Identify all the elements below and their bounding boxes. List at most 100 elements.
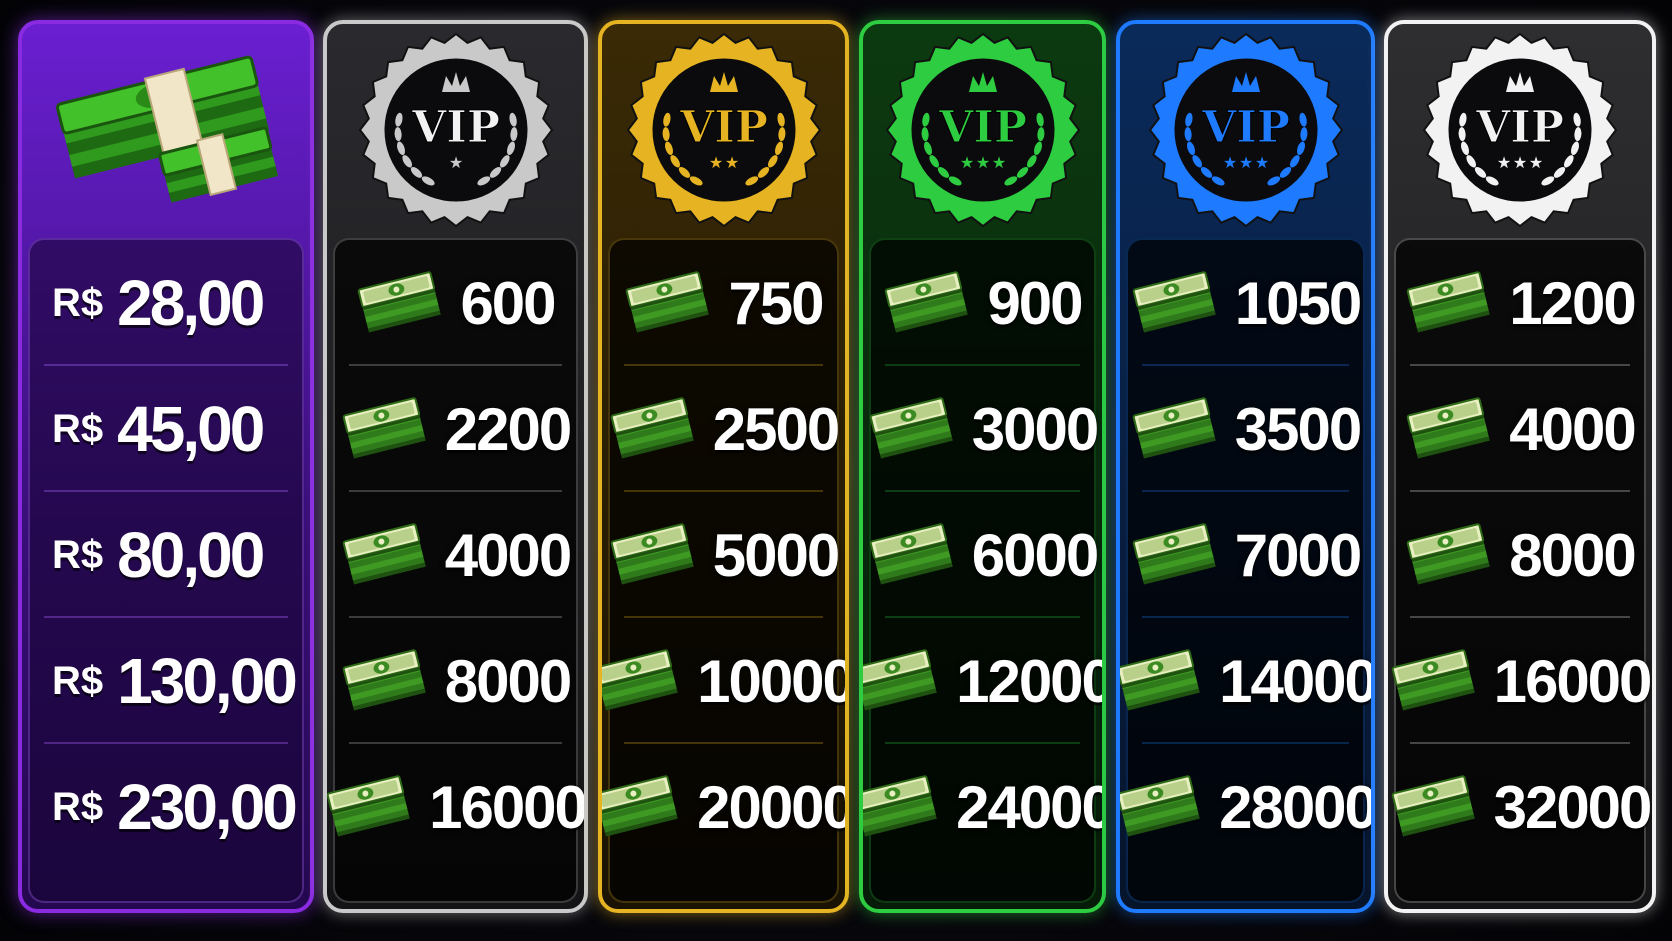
currency-label: R$ xyxy=(52,280,104,325)
price-value: 230,00 xyxy=(117,771,298,843)
price-value: 130,00 xyxy=(117,645,298,717)
amount-row[interactable]: 1050 xyxy=(1128,240,1363,366)
cash-bundle-icon xyxy=(1406,270,1492,334)
vip-label: VIP xyxy=(1201,102,1290,153)
cash-amount: 3000 xyxy=(971,395,1099,463)
vip-price-board: R$ 28,00 R$ 45,00 R$ 80,00 R$ 130,00 R$ xyxy=(0,0,1672,941)
cash-amount: 12000 xyxy=(956,647,1106,715)
tier-column-vip-green: VIP ★ ★ ★ 900 3000 6000 12000 24000 xyxy=(859,20,1106,913)
cash-amount: 16000 xyxy=(429,773,586,841)
cash-amount: 2200 xyxy=(444,395,572,463)
amount-row[interactable]: 10000 xyxy=(602,618,845,744)
amount-row[interactable]: 16000 xyxy=(1390,618,1652,744)
currency-label: R$ xyxy=(52,406,104,451)
cash-bundle-icon xyxy=(342,522,427,586)
star-icon: ★ xyxy=(1529,155,1543,172)
price-row[interactable]: R$ 45,00 xyxy=(30,366,302,492)
amount-list: 900 3000 6000 12000 24000 xyxy=(863,238,1102,903)
star-icon: ★ xyxy=(1222,155,1236,172)
price-column: R$ 28,00 R$ 45,00 R$ 80,00 R$ 130,00 R$ xyxy=(18,20,314,913)
star-icon: ★ xyxy=(708,155,722,172)
cash-amount: 7000 xyxy=(1234,521,1362,589)
cash-amount: 2500 xyxy=(712,395,840,463)
amount-row[interactable]: 1200 xyxy=(1396,240,1644,366)
star-icon: ★ xyxy=(959,155,973,172)
cash-bundle-icon xyxy=(625,270,711,334)
cash-bundle-icon xyxy=(342,648,427,712)
cash-bundle-icon xyxy=(1132,522,1217,586)
cash-bundle-icon xyxy=(602,648,679,712)
amount-row[interactable]: 4000 xyxy=(1396,366,1644,492)
amount-row[interactable]: 6000 xyxy=(869,492,1099,618)
cash-amount: 8000 xyxy=(444,647,572,715)
star-icon: ★ xyxy=(1513,155,1527,172)
cash-amount: 10000 xyxy=(697,647,849,715)
cash-bundle-icon xyxy=(610,522,695,586)
amount-row[interactable]: 600 xyxy=(335,240,576,366)
cash-amount: 900 xyxy=(987,269,1083,337)
amount-row[interactable]: 900 xyxy=(871,240,1094,366)
tier-column-vip-gold: VIP ★ ★ 750 2500 5000 10000 20000 xyxy=(598,20,849,913)
cash-bundle-icon xyxy=(1120,648,1201,712)
price-row[interactable]: R$ 130,00 xyxy=(30,618,302,744)
amount-list: 750 2500 5000 10000 20000 xyxy=(602,238,845,903)
vip-badge-icon: VIP ★ ★ ★ xyxy=(1388,24,1652,236)
cash-bundle-icon xyxy=(610,396,695,460)
price-row[interactable]: R$ 28,00 xyxy=(30,240,302,366)
amount-row[interactable]: 750 xyxy=(610,240,837,366)
price-list: R$ 28,00 R$ 45,00 R$ 80,00 R$ 130,00 R$ xyxy=(28,238,304,903)
vip-label: VIP xyxy=(1475,102,1564,153)
vip-label: VIP xyxy=(411,102,500,153)
amount-row[interactable]: 2200 xyxy=(335,366,576,492)
cash-bundle-icon xyxy=(869,396,954,460)
cash-bundle-icon xyxy=(602,774,679,838)
tier-column-vip-white: VIP ★ ★ ★ 1200 4000 8000 16000 32000 xyxy=(1384,20,1656,913)
price-row[interactable]: R$ 230,00 xyxy=(30,744,302,870)
amount-row[interactable]: 24000 xyxy=(863,744,1102,870)
cash-amount: 4000 xyxy=(1509,395,1636,463)
amount-row[interactable]: 16000 xyxy=(327,744,584,870)
amount-row[interactable]: 3500 xyxy=(1128,366,1363,492)
vip-badge-icon: VIP ★ ★ ★ xyxy=(863,24,1102,236)
cash-bundle-icon xyxy=(869,522,954,586)
amount-row[interactable]: 28000 xyxy=(1120,744,1371,870)
amount-row[interactable]: 5000 xyxy=(610,492,840,618)
tier-column-vip-blue: VIP ★ ★ ★ 1050 3500 7000 14000 28000 xyxy=(1116,20,1375,913)
star-icon: ★ xyxy=(448,155,462,172)
cash-amount: 24000 xyxy=(956,773,1106,841)
vip-badge-icon: VIP ★ ★ xyxy=(602,24,845,236)
amount-list: 1050 3500 7000 14000 28000 xyxy=(1120,238,1371,903)
cash-amount: 20000 xyxy=(697,773,849,841)
price-value: 28,00 xyxy=(117,267,265,339)
vip-label: VIP xyxy=(938,102,1027,153)
amount-row[interactable]: 20000 xyxy=(602,744,845,870)
star-icon: ★ xyxy=(975,155,989,172)
star-icon: ★ xyxy=(991,155,1005,172)
cash-amount: 600 xyxy=(460,269,556,337)
cash-bundle-icon xyxy=(1120,774,1201,838)
cash-amount: 6000 xyxy=(971,521,1099,589)
amount-row[interactable]: 14000 xyxy=(1120,618,1371,744)
amount-row[interactable]: 8000 xyxy=(335,618,576,744)
amount-row[interactable]: 3000 xyxy=(869,366,1099,492)
cash-bundle-icon xyxy=(863,774,938,838)
star-icon: ★ xyxy=(724,155,738,172)
currency-label: R$ xyxy=(52,532,104,577)
amount-row[interactable]: 32000 xyxy=(1390,744,1652,870)
price-value: 45,00 xyxy=(117,393,265,465)
amount-row[interactable]: 7000 xyxy=(1128,492,1363,618)
cash-amount: 32000 xyxy=(1493,773,1652,841)
amount-row[interactable]: 12000 xyxy=(863,618,1102,744)
amount-row[interactable]: 2500 xyxy=(610,366,840,492)
amount-row[interactable]: 8000 xyxy=(1396,492,1644,618)
cash-bundle-icon xyxy=(327,774,411,838)
vip-label: VIP xyxy=(679,102,768,153)
cash-bundle-icon xyxy=(1406,396,1492,460)
cash-bundle-icon xyxy=(884,270,970,334)
amount-row[interactable]: 4000 xyxy=(335,492,576,618)
money-stack-icon xyxy=(22,24,310,236)
cash-bundle-icon xyxy=(863,648,938,712)
cash-amount: 1050 xyxy=(1234,269,1362,337)
price-row[interactable]: R$ 80,00 xyxy=(30,492,302,618)
cash-amount: 8000 xyxy=(1509,521,1636,589)
